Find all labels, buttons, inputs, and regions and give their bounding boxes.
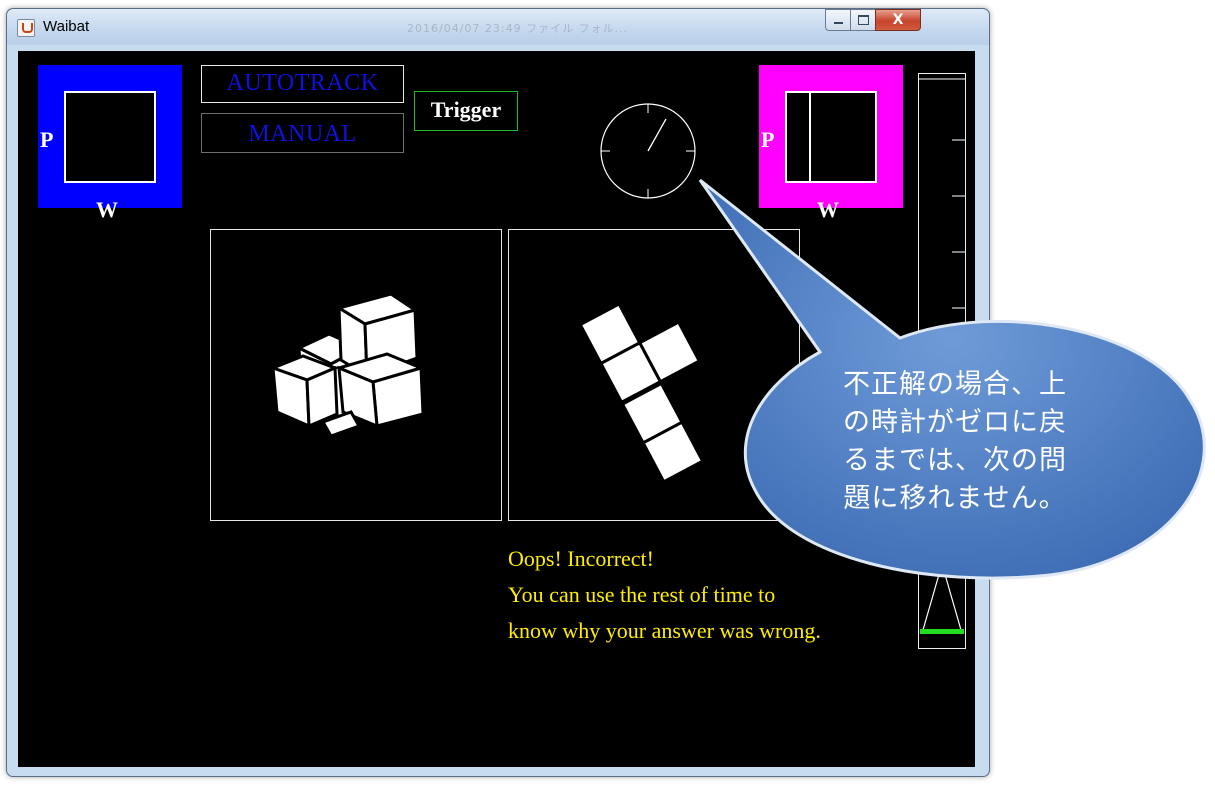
manual-button[interactable]: MANUAL	[201, 113, 404, 153]
close-button[interactable]: X	[875, 9, 921, 31]
background-window-title: 2016/04/07 23:49 ファイル フォル...	[407, 22, 629, 35]
gauge-ticks	[919, 78, 965, 634]
cube-assembly-image	[268, 292, 426, 438]
left-panel-box	[64, 91, 156, 183]
feedback-line-2: You can use the rest of time to	[508, 582, 776, 607]
close-icon: X	[892, 12, 904, 28]
gauge-fill	[920, 629, 964, 634]
callout-line-1: 不正解の場合、上	[843, 369, 1067, 400]
trigger-button[interactable]: Trigger	[414, 91, 518, 131]
feedback-line-3: know why your answer was wrong.	[508, 618, 821, 643]
callout-line-3: るまでは、次の問	[843, 445, 1067, 476]
right-panel-box	[785, 91, 877, 183]
right-w-label: W	[817, 197, 839, 222]
stimulus-net-view	[508, 229, 800, 521]
feedback-line-1: Oops! Incorrect!	[508, 546, 654, 571]
time-gauge	[918, 73, 966, 649]
feedback-message: Oops! Incorrect! You can use the rest of…	[508, 541, 821, 649]
callout-text: 不正解の場合、上 の時計がゼロに戻 るまでは、次の問 題に移れません。	[790, 366, 1120, 518]
stimulus-3d-view	[210, 229, 502, 521]
left-p-label: P	[40, 127, 54, 152]
title-bar[interactable]: Waibat 2016/04/07 23:49 ファイル フォル... X	[7, 9, 989, 45]
autotrack-button[interactable]: AUTOTRACK	[201, 65, 404, 103]
maximize-button[interactable]	[850, 9, 877, 31]
right-panel-level	[787, 93, 811, 181]
callout-line-2: の時計がゼロに戻	[843, 407, 1067, 438]
window-title: Waibat	[43, 18, 90, 35]
left-w-label: W	[96, 197, 118, 222]
right-p-label: P	[761, 127, 775, 152]
countdown-clock	[600, 103, 696, 199]
callout-line-4: 題に移れません。	[843, 483, 1067, 514]
java-app-icon	[17, 19, 35, 37]
cube-net-image	[578, 301, 705, 484]
minimize-button[interactable]	[825, 9, 852, 31]
